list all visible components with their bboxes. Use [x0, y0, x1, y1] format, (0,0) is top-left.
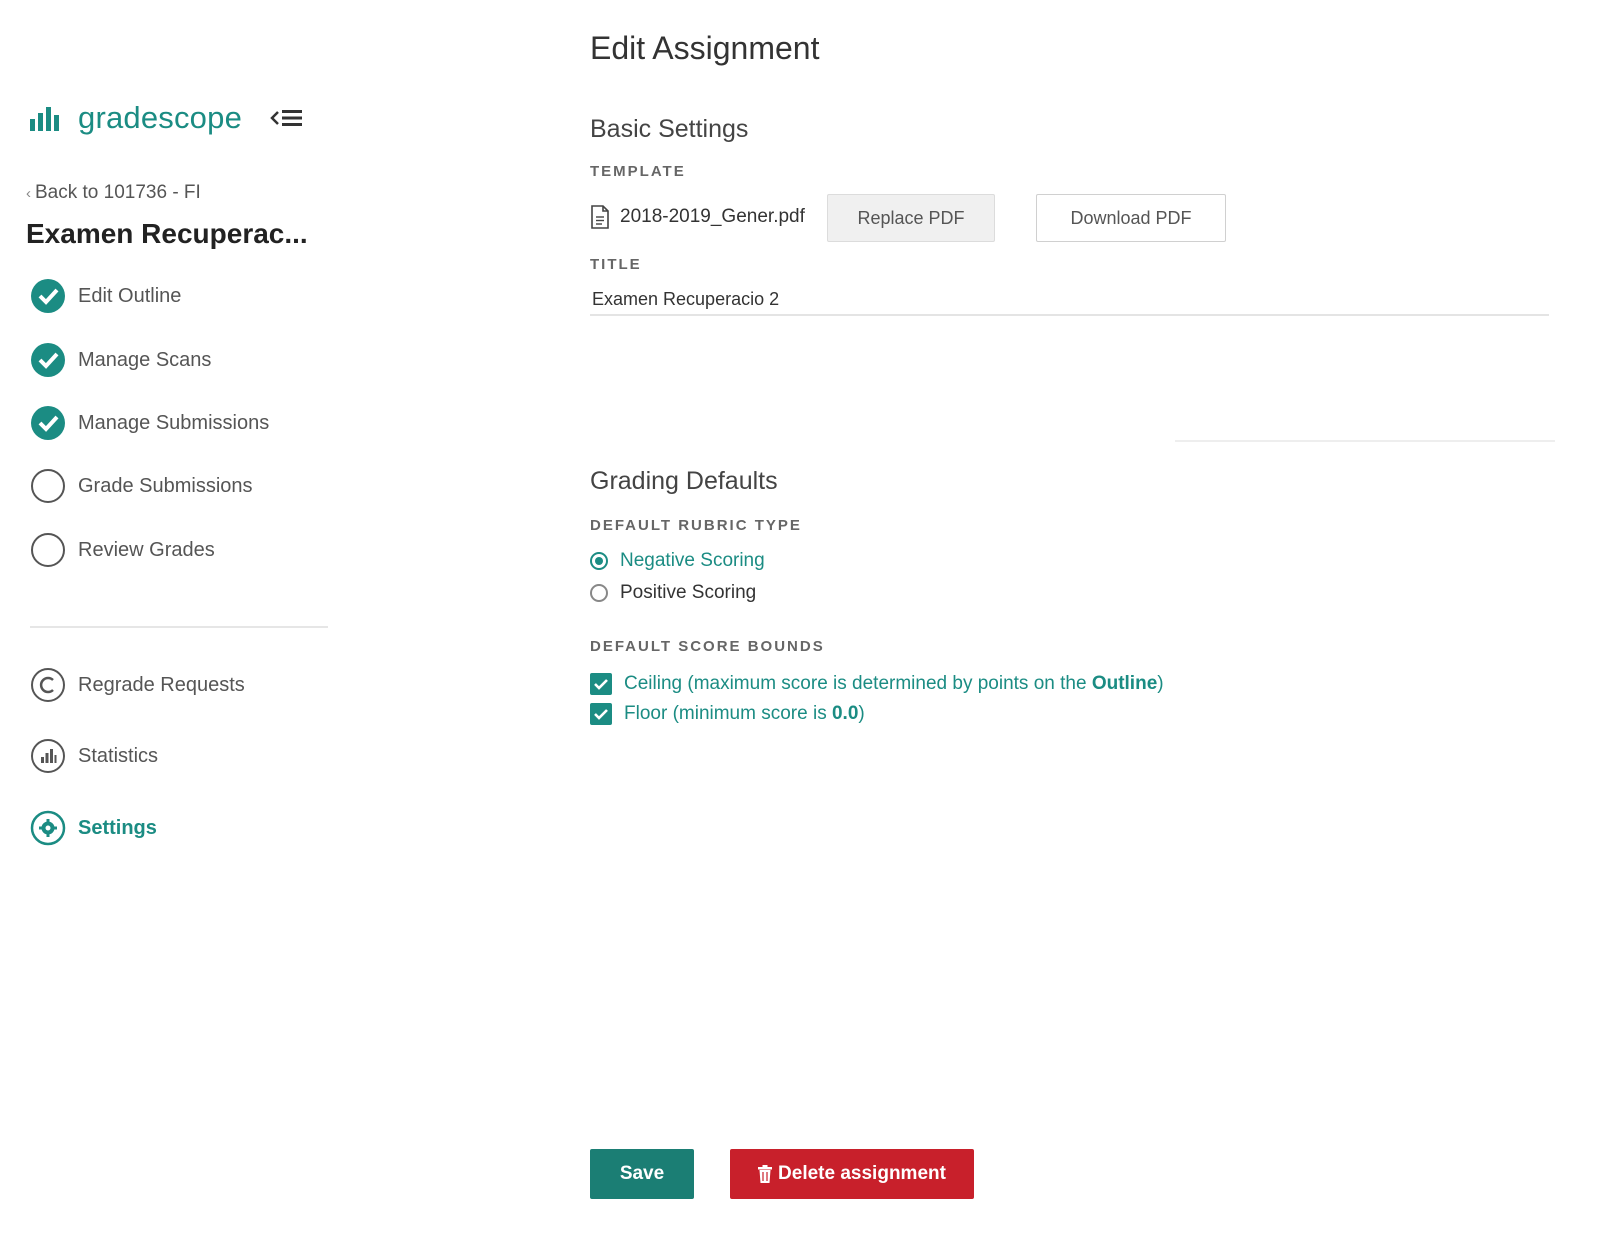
- sidebar-item-review-grades[interactable]: Review Grades: [30, 532, 215, 568]
- radio-positive-scoring[interactable]: Positive Scoring: [590, 582, 756, 604]
- radio-label: Negative Scoring: [620, 550, 765, 571]
- checkbox-checked-icon: [590, 703, 612, 725]
- radio-unselected-icon: [590, 584, 608, 602]
- back-link[interactable]: ‹ Back to 101736 - FI: [26, 182, 201, 204]
- sidebar-item-regrade-requests[interactable]: Regrade Requests: [30, 667, 245, 703]
- pdf-file-icon: [590, 205, 610, 229]
- trash-icon: [758, 1165, 773, 1183]
- assignment-title: Examen Recuperac...: [26, 218, 308, 249]
- sidebar-item-label: Manage Submissions: [78, 411, 270, 434]
- chevron-left-icon: ‹: [26, 185, 31, 202]
- radio-label: Positive Scoring: [620, 582, 757, 603]
- replace-pdf-button[interactable]: Replace PDF: [827, 194, 995, 242]
- sidebar-divider: [30, 626, 328, 628]
- settings-gear-icon: [30, 810, 66, 846]
- delete-assignment-button[interactable]: Delete assignment: [730, 1149, 974, 1199]
- sidebar-item-label: Review Grades: [78, 538, 215, 561]
- ceiling-checkbox[interactable]: Ceiling (maximum score is determined by …: [590, 673, 1164, 695]
- default-score-bounds-label: DEFAULT SCORE BOUNDS: [590, 638, 825, 655]
- sidebar-item-label: Regrade Requests: [78, 673, 245, 696]
- download-pdf-button[interactable]: Download PDF: [1036, 194, 1226, 242]
- main-content: Edit Assignment Basic Settings TEMPLATE …: [590, 0, 1623, 1241]
- ceiling-label: Ceiling (maximum score is determined by …: [624, 673, 1164, 694]
- sidebar-item-statistics[interactable]: Statistics: [30, 738, 158, 774]
- save-button[interactable]: Save: [590, 1149, 694, 1199]
- sidebar: gradescope ‹ Back to 101736 - FI Examen R…: [0, 0, 360, 1241]
- collapse-sidebar-button[interactable]: [270, 106, 306, 130]
- gradescope-logo[interactable]: gradescope: [30, 100, 242, 136]
- floor-label: Floor (minimum score is 0.0): [624, 703, 865, 724]
- radio-selected-icon: [590, 552, 608, 570]
- statistics-icon: [30, 738, 66, 774]
- back-link-label: Back to 101736 - FI: [35, 182, 201, 203]
- floor-checkbox[interactable]: Floor (minimum score is 0.0): [590, 703, 865, 725]
- assignment-title-input[interactable]: [590, 284, 1549, 316]
- check-circle-icon: [30, 405, 66, 441]
- empty-circle-icon: [30, 468, 66, 504]
- sidebar-item-label: Grade Submissions: [78, 474, 253, 497]
- delete-button-label: Delete assignment: [778, 1163, 946, 1184]
- sidebar-item-manage-scans[interactable]: Manage Scans: [30, 342, 211, 378]
- radio-negative-scoring[interactable]: Negative Scoring: [590, 550, 765, 572]
- check-circle-icon: [30, 342, 66, 378]
- brand-name: gradescope: [78, 100, 243, 135]
- collapse-menu-icon: [270, 110, 302, 126]
- sidebar-item-grade-submissions[interactable]: Grade Submissions: [30, 468, 253, 504]
- regrade-icon: [30, 667, 66, 703]
- template-file[interactable]: 2018-2019_Gener.pdf: [590, 205, 805, 229]
- checkbox-checked-icon: [590, 673, 612, 695]
- page-title: Edit Assignment: [590, 30, 820, 66]
- sidebar-item-manage-submissions[interactable]: Manage Submissions: [30, 405, 269, 441]
- basic-settings-heading: Basic Settings: [590, 115, 749, 143]
- sidebar-item-label: Manage Scans: [78, 348, 212, 371]
- grading-defaults-heading: Grading Defaults: [590, 467, 778, 495]
- file-name: 2018-2019_Gener.pdf: [620, 206, 805, 227]
- sidebar-item-label: Settings: [78, 816, 157, 839]
- template-label: TEMPLATE: [590, 163, 686, 180]
- check-circle-icon: [30, 278, 66, 314]
- bar-chart-logo-icon: [30, 107, 59, 131]
- default-rubric-type-label: DEFAULT RUBRIC TYPE: [590, 517, 802, 534]
- sidebar-item-edit-outline[interactable]: Edit Outline: [30, 278, 181, 314]
- divider: [1175, 440, 1555, 442]
- title-label: TITLE: [590, 256, 642, 273]
- sidebar-item-settings[interactable]: Settings: [30, 810, 157, 846]
- sidebar-item-label: Statistics: [78, 744, 159, 767]
- sidebar-item-label: Edit Outline: [78, 284, 182, 307]
- empty-circle-icon: [30, 532, 66, 568]
